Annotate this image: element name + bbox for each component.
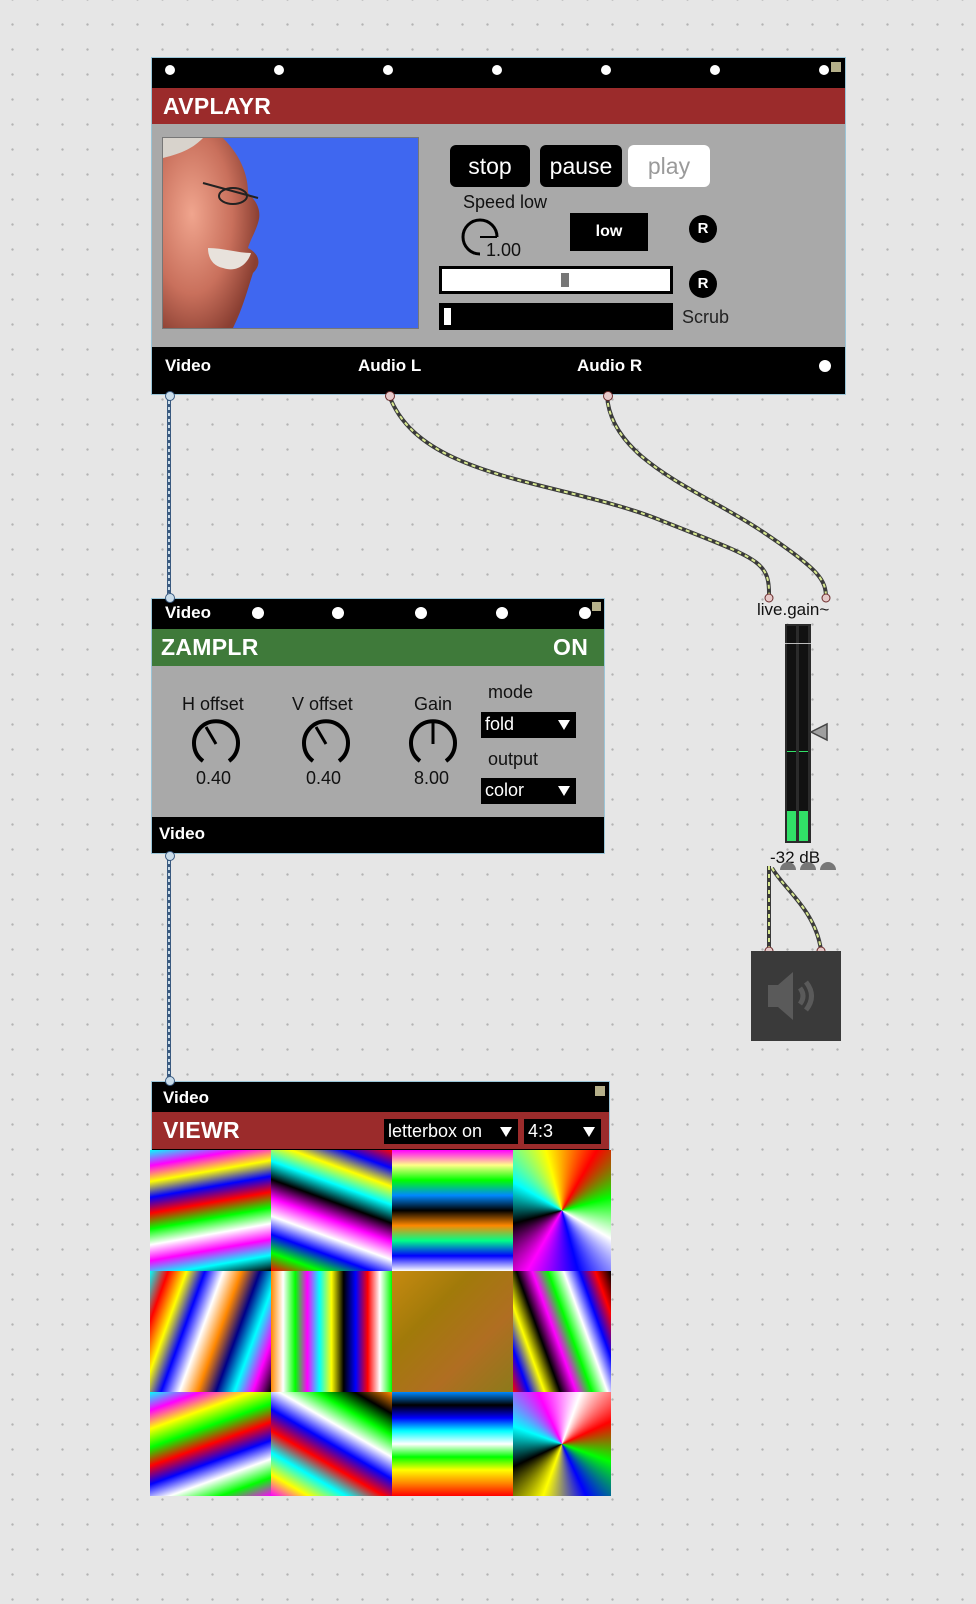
video-tile [150, 1392, 271, 1496]
gain-label: Gain [414, 694, 453, 714]
gain-knob[interactable] [406, 717, 460, 771]
video-tile [513, 1392, 611, 1496]
gain-value: 8.00 [414, 768, 450, 788]
video-frame-image [163, 138, 418, 328]
output-dot[interactable] [818, 359, 832, 373]
audio-r-output-label: Audio R [577, 356, 643, 375]
zamplr-inlet-video[interactable] [165, 593, 175, 603]
avplayr-module[interactable]: AVPLAYR stop pause play Speed low 1.00 l… [151, 57, 846, 395]
v-offset-label: V offset [292, 694, 353, 714]
ezdac-speaker-button[interactable] [751, 951, 841, 1041]
live-gain-label: live.gain~ [757, 600, 830, 619]
zamplr-on-toggle[interactable]: ON [553, 634, 588, 661]
meter-left-channel [787, 626, 796, 841]
video-tile [392, 1392, 513, 1496]
avplayr-outlet-video[interactable] [165, 391, 175, 401]
aspect-ratio-menu[interactable]: 4:3 [524, 1119, 601, 1144]
h-offset-label: H offset [182, 694, 244, 714]
speed-value: 1.00 [486, 240, 522, 260]
avplayr-outlet-audio-l[interactable] [385, 391, 395, 401]
chevron-down-icon [558, 786, 570, 796]
mode-label: mode [488, 682, 534, 702]
viewr-video-input-label: Video [163, 1088, 209, 1107]
video-tile [392, 1150, 513, 1271]
viewr-title: VIEWR [163, 1117, 240, 1143]
h-offset-knob[interactable] [189, 717, 243, 771]
live-gain-meter[interactable] [785, 624, 811, 843]
zamplr-inlet-5[interactable] [578, 606, 592, 620]
inlet-6[interactable] [709, 64, 721, 76]
position-slider[interactable] [439, 266, 673, 294]
scrub-label: Scrub [682, 307, 730, 327]
inlet-1[interactable] [164, 64, 176, 76]
output-label: output [488, 749, 539, 769]
h-offset-value: 0.40 [196, 768, 232, 788]
viewr-module[interactable]: Video VIEWR letterbox on 4:3 [150, 1081, 611, 1496]
video-tile [513, 1150, 611, 1271]
avplayr-output-bar [152, 347, 845, 394]
zamplr-module[interactable]: Video ZAMPLR ON H offset 0.40 V offset 0… [151, 598, 605, 854]
scrub-slider[interactable] [439, 303, 673, 330]
speed-label: Speed low [463, 192, 548, 212]
resize-handle[interactable] [595, 1086, 605, 1096]
zamplr-outlet-video[interactable] [165, 851, 175, 861]
play-button[interactable]: play [628, 145, 710, 187]
v-offset-value: 0.40 [306, 768, 342, 788]
zamplr-title: ZAMPLR [161, 634, 259, 660]
zamplr-video-input-label: Video [165, 603, 211, 622]
speaker-volume-icon [768, 972, 814, 1020]
reset-speed-button[interactable]: R [689, 215, 717, 243]
zamplr-inlet-1[interactable] [251, 606, 265, 620]
inlet-2[interactable] [273, 64, 285, 76]
meter-right-channel [799, 626, 808, 841]
video-tile [271, 1271, 392, 1392]
inlet-5[interactable] [600, 64, 612, 76]
chevron-down-icon [583, 1127, 595, 1137]
gain-slider-triangle-icon[interactable] [809, 722, 829, 742]
aspect-ratio-menu-value: 4:3 [528, 1121, 554, 1141]
zamplr-inlet-2[interactable] [331, 606, 345, 620]
scrub-slider-thumb[interactable] [444, 308, 451, 325]
zamplr-video-output-label: Video [159, 824, 205, 843]
zamplr-output-bar [152, 817, 604, 853]
zamplr-inlet-3[interactable] [414, 606, 428, 620]
position-slider-thumb[interactable] [561, 273, 569, 287]
resize-handle[interactable] [592, 602, 601, 611]
mode-menu-value: fold [485, 714, 515, 734]
viewr-video-display [150, 1150, 611, 1496]
chevron-down-icon [558, 720, 570, 730]
low-button[interactable]: low [570, 213, 648, 251]
mode-menu[interactable]: fold [481, 712, 576, 738]
inlet-7[interactable] [818, 64, 830, 76]
viewr-inlet-video[interactable] [165, 1076, 175, 1086]
gain-outlet-bumps [780, 862, 836, 870]
output-menu[interactable]: color [481, 778, 576, 804]
video-output-label: Video [165, 356, 211, 375]
pause-button[interactable]: pause [540, 145, 622, 187]
letterbox-menu[interactable]: letterbox on [384, 1119, 518, 1144]
audio-l-output-label: Audio L [358, 356, 422, 375]
video-tile [150, 1271, 271, 1392]
stop-button[interactable]: stop [450, 145, 530, 187]
video-tile [392, 1271, 513, 1392]
meter-right-level [799, 811, 808, 841]
avplayr-outlet-audio-r[interactable] [603, 391, 613, 401]
meter-left-level [787, 811, 796, 841]
chevron-down-icon [500, 1127, 512, 1137]
video-tile [271, 1150, 392, 1271]
avplayr-title: AVPLAYR [163, 93, 272, 119]
inlet-4[interactable] [491, 64, 503, 76]
video-tile [271, 1392, 392, 1496]
letterbox-menu-value: letterbox on [388, 1121, 483, 1141]
v-offset-knob[interactable] [299, 717, 353, 771]
video-preview [162, 137, 419, 329]
inlet-3[interactable] [382, 64, 394, 76]
video-tile [150, 1150, 271, 1271]
resize-handle[interactable] [831, 62, 841, 72]
zamplr-inlet-4[interactable] [495, 606, 509, 620]
video-tile [513, 1271, 611, 1392]
zamplr-inlet-bar [152, 599, 604, 629]
output-menu-value: color [485, 780, 525, 800]
reset-position-button[interactable]: R [689, 270, 717, 298]
